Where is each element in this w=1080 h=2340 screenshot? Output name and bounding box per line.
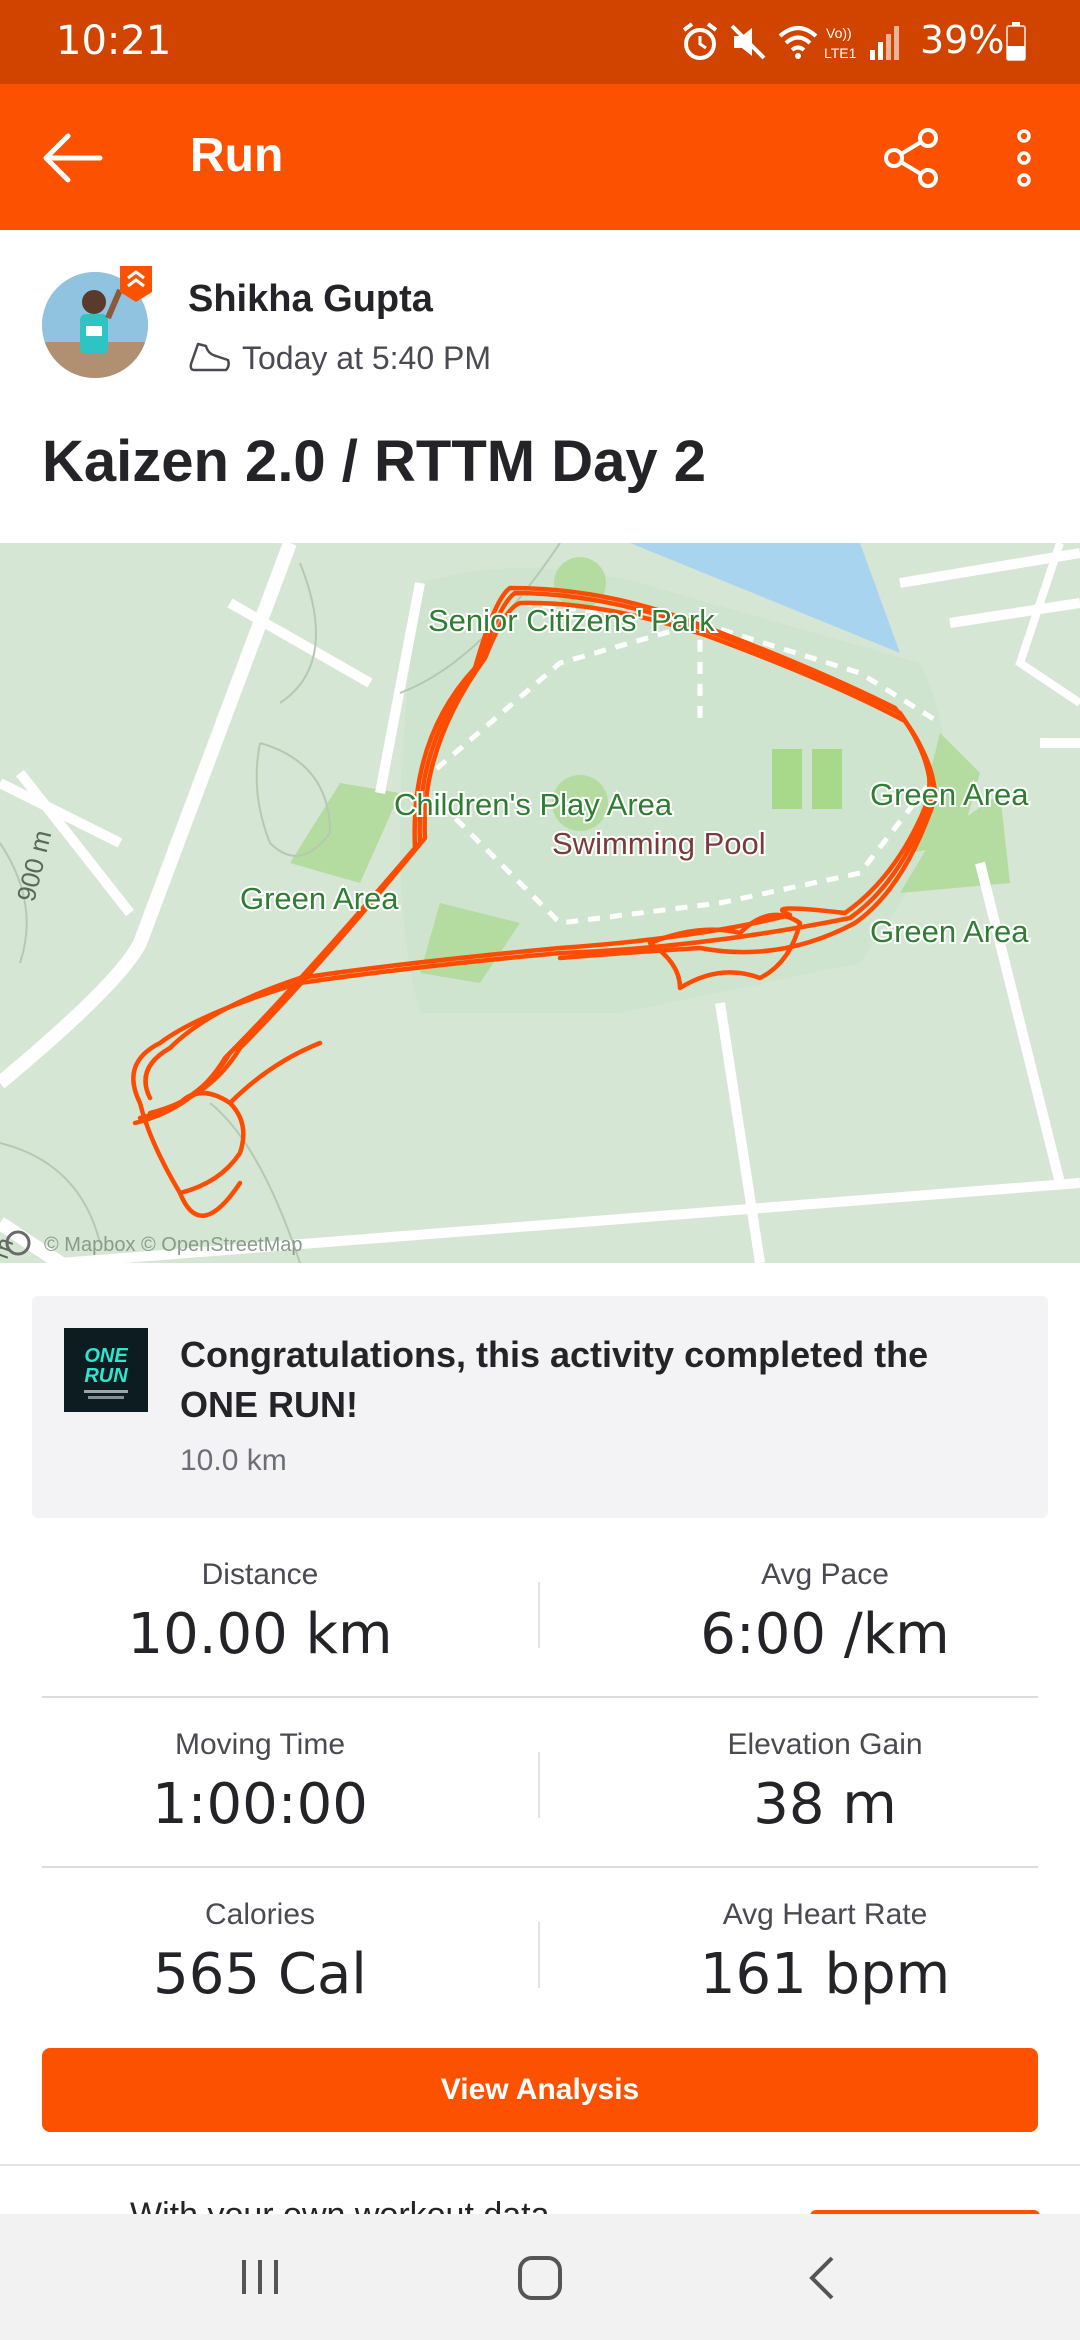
stat-label-distance: Distance [201,1558,319,1591]
back-nav-icon[interactable] [804,2254,840,2302]
achievement-distance: 10.0 km [180,1444,287,1477]
map-label-green-right-top: Green Area [870,777,1029,812]
map-label-green-right-bottom: Green Area [870,914,1029,949]
section-divider [0,2164,1080,2166]
stat-divider [538,1922,540,1988]
page-title: Run [190,129,284,182]
stat-label-avg-heart-rate: Avg Heart Rate [722,1898,928,1931]
share-icon[interactable] [880,126,944,190]
home-icon[interactable] [516,2254,564,2302]
more-options-icon[interactable] [1006,128,1042,188]
athlete-name[interactable]: Shikha Gupta [188,278,433,321]
achievement-card[interactable]: ONE RUN Congratulations, this activity c… [32,1296,1048,1518]
achievement-text: Congratulations, this activity completed… [180,1334,929,1425]
signal-icon [870,26,899,60]
stat-divider [538,1752,540,1818]
stat-label-elevation-gain: Elevation Gain [727,1728,923,1761]
green-patch [812,749,842,809]
row-divider [42,1866,1038,1868]
activity-timestamp: Today at 5:40 PM [242,340,492,376]
status-time: 10:21 [56,18,172,64]
one-run-badge: ONE RUN [64,1328,148,1412]
volte-icon: Vo)) LTE1 [824,25,857,61]
battery-icon [1006,22,1026,61]
svg-text:RUN: RUN [84,1365,128,1387]
shoe-icon [189,342,230,372]
green-patch [772,749,802,809]
system-nav-bar [0,2214,1080,2340]
map-label-pool: Swimming Pool [552,826,766,861]
map-label-park: Senior Citizens' Park [428,603,715,638]
stat-label-calories: Calories [204,1898,316,1931]
mute-icon [730,24,766,60]
route-map[interactable]: Senior Citizens' Park Children's Play Ar… [0,543,1080,1263]
svg-text:LTE1: LTE1 [824,45,857,61]
stat-value-elevation-gain: 38 m [753,1772,897,1837]
stat-value-calories: 565 Cal [153,1942,367,2007]
stat-value-moving-time: 1:00:00 [152,1772,368,1837]
wifi-icon [778,26,818,59]
stat-divider [538,1582,540,1648]
stat-value-avg-heart-rate: 161 bpm [699,1942,951,2007]
stat-label-avg-pace: Avg Pace [761,1558,889,1591]
back-arrow-icon[interactable] [40,128,104,188]
row-divider [42,1696,1038,1698]
app-bar: Run [0,84,1080,230]
recent-apps-icon[interactable] [236,2254,286,2300]
map-label-green-left: Green Area [240,881,399,916]
stat-value-avg-pace: 6:00 /km [700,1602,950,1667]
activity-title: Kaizen 2.0 / RTTM Day 2 [42,429,706,494]
alarm-icon [682,22,718,60]
one-run-logo-icon: ONE RUN [64,1328,148,1412]
svg-text:Vo)): Vo)) [826,25,852,41]
stat-value-distance: 10.00 km [127,1602,393,1667]
stats-grid: Distance 10.00 km Avg Pace 6:00 /km Movi… [0,1550,1080,2010]
battery-percentage: 39% [920,18,1005,62]
status-bar: 10:21 Vo)) LTE1 39% [0,0,1080,84]
subscriber-badge-icon [120,266,152,302]
map-label-play-area: Children's Play Area [394,787,673,822]
map-attribution: © Mapbox © OpenStreetMap [44,1234,303,1256]
svg-text:ONE: ONE [84,1345,128,1367]
view-analysis-button[interactable]: View Analysis [42,2048,1038,2132]
stat-label-moving-time: Moving Time [174,1728,346,1761]
